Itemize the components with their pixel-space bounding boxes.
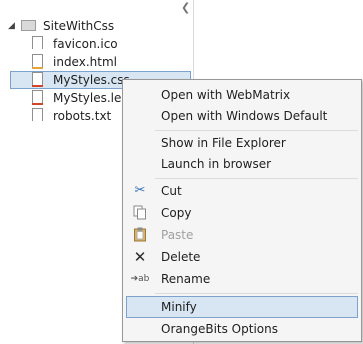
menu-item-label: Open with Windows Default xyxy=(161,109,328,123)
tree-item-label: MyStyles.css xyxy=(53,73,130,87)
clipboard-icon xyxy=(132,227,148,243)
menu-item-label: Launch in browser xyxy=(161,157,272,171)
menu-item-label: Minify xyxy=(161,300,197,314)
menu-item-minify[interactable]: Minify xyxy=(126,296,358,318)
menu-item-rename[interactable]: ➔ab Rename xyxy=(126,269,358,290)
tree-root-sitewithcss[interactable]: ◢ SiteWithCss xyxy=(0,17,190,35)
menu-item-orangebits-options[interactable]: OrangeBits Options xyxy=(126,319,358,340)
menu-item-open-with-webmatrix[interactable]: Open with WebMatrix xyxy=(126,85,358,106)
scissors-icon: ✂ xyxy=(134,183,146,198)
menu-item-label: Cut xyxy=(161,184,182,198)
copy-icon xyxy=(132,205,148,221)
css-file-icon xyxy=(32,72,43,87)
menu-item-label: Paste xyxy=(161,228,194,242)
menu-item-delete[interactable]: ✕ Delete xyxy=(126,247,358,268)
tree-item-index-html[interactable]: index.html xyxy=(0,53,190,71)
tree-item-label: index.html xyxy=(53,55,117,69)
delete-x-icon: ✕ xyxy=(133,248,147,266)
menu-separator xyxy=(155,130,358,131)
menu-item-label: Copy xyxy=(161,206,192,220)
menu-item-label: Delete xyxy=(161,250,201,264)
expander-triangle-icon[interactable]: ◢ xyxy=(8,17,18,35)
menu-item-label: Show in File Explorer xyxy=(161,136,286,150)
menu-item-label: Rename xyxy=(161,272,211,286)
file-icon xyxy=(32,36,43,51)
html-file-icon xyxy=(32,54,43,69)
menu-separator xyxy=(155,178,358,179)
chevron-left-icon[interactable]: ❮ xyxy=(181,2,191,14)
less-file-icon xyxy=(32,90,43,105)
tree-item-label: robots.txt xyxy=(53,109,112,123)
menu-item-cut[interactable]: ✂ Cut xyxy=(126,181,358,202)
menu-item-label: Open with WebMatrix xyxy=(161,88,291,102)
menu-separator xyxy=(155,293,358,294)
tree-item-label: favicon.ico xyxy=(53,37,118,51)
tree-root-label: SiteWithCss xyxy=(43,19,115,33)
tree-item-favicon[interactable]: favicon.ico xyxy=(0,35,190,53)
text-file-icon xyxy=(32,108,43,123)
menu-item-label: OrangeBits Options xyxy=(161,322,278,336)
menu-item-show-in-file-explorer[interactable]: Show in File Explorer xyxy=(126,133,358,154)
menu-item-copy[interactable]: Copy xyxy=(126,203,358,224)
menu-item-open-with-windows-default[interactable]: Open with Windows Default xyxy=(126,106,358,127)
menu-item-paste[interactable]: Paste xyxy=(126,225,358,246)
menu-item-launch-in-browser[interactable]: Launch in browser xyxy=(126,154,358,175)
folder-icon xyxy=(21,20,36,31)
rename-icon: ➔ab xyxy=(130,274,150,284)
context-menu: Open with WebMatrix Open with Windows De… xyxy=(122,79,362,342)
